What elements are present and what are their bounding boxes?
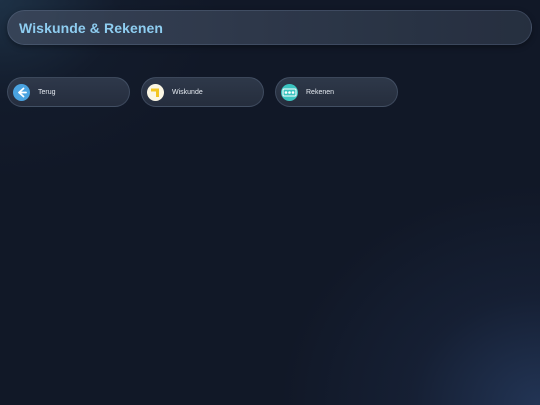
- app-root: Wiskunde & Rekenen Terug Wiskunde Rekene…: [0, 0, 540, 405]
- wiskunde-button-label: Wiskunde: [172, 88, 203, 96]
- back-arrow-icon: [13, 83, 30, 101]
- nav-buttons: Terug Wiskunde Rekenen: [7, 77, 398, 107]
- rekenen-button-label: Rekenen: [306, 88, 335, 96]
- abacus-icon: [281, 83, 298, 101]
- back-button[interactable]: Terug: [7, 77, 130, 107]
- rekenen-button[interactable]: Rekenen: [275, 77, 398, 107]
- page-header: Wiskunde & Rekenen: [7, 10, 532, 45]
- wiskunde-button[interactable]: Wiskunde: [141, 77, 264, 107]
- geometry-icon: [147, 83, 164, 101]
- back-button-label: Terug: [38, 88, 56, 96]
- page-title: Wiskunde & Rekenen: [19, 19, 164, 36]
